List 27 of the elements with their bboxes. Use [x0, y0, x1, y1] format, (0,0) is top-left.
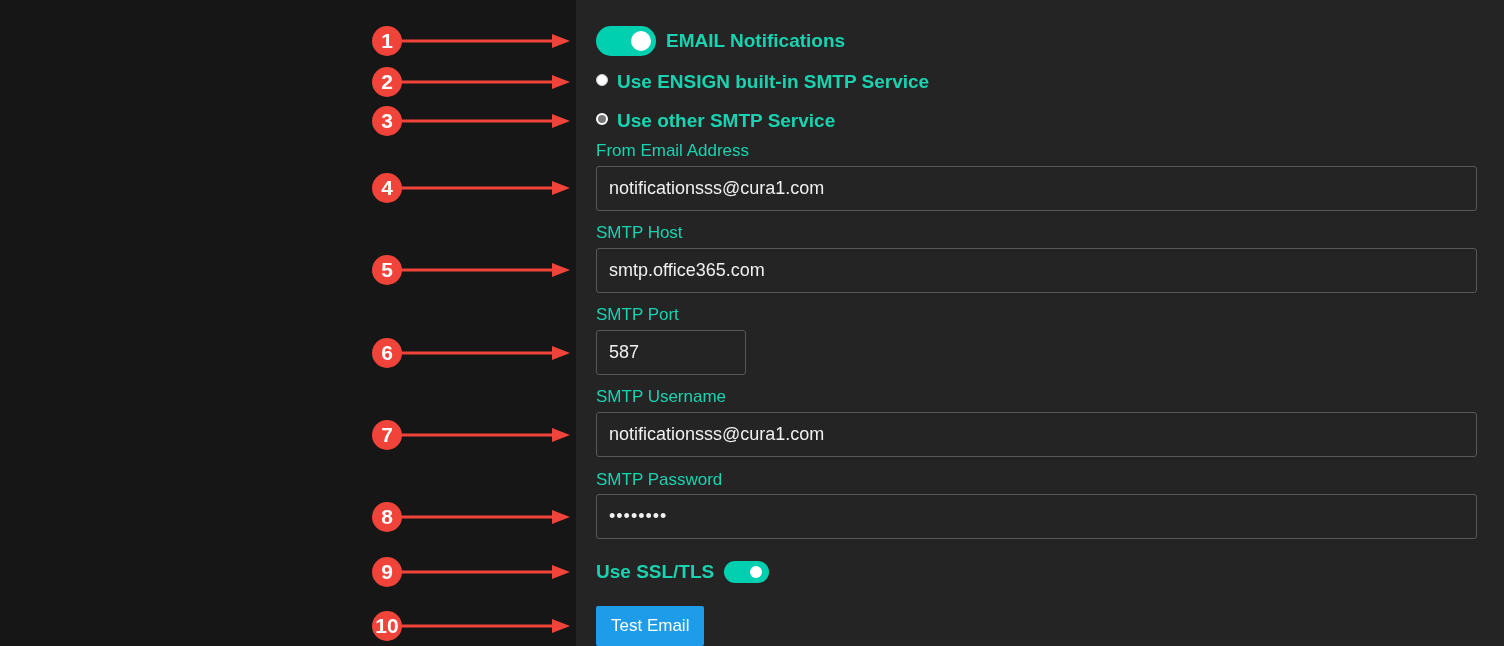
callout-badge: 7 [372, 419, 402, 450]
toggle-switch[interactable] [724, 560, 770, 583]
field-label: SMTP Host [596, 222, 683, 243]
field-label: SMTP Username [596, 387, 727, 408]
callout-badge: 4 [372, 173, 402, 204]
toggle-label: EMAIL Notifications [666, 30, 846, 52]
input-field[interactable]: notificationsss@cura1.com [596, 165, 1477, 211]
field-label: From Email Address [596, 140, 750, 161]
radio-label: Use other SMTP Service [617, 110, 836, 133]
callout-badge: 3 [372, 106, 402, 137]
input-field[interactable]: 587 [596, 330, 746, 376]
callout-badge: 10 [372, 610, 402, 641]
radio-label: Use ENSIGN built-in SMTP Service [617, 70, 930, 93]
switch-label: Use SSL/TLS [596, 560, 715, 583]
callout-badge: 8 [372, 501, 402, 532]
callout-badge: 2 [372, 66, 402, 97]
field-label: SMTP Port [596, 305, 679, 326]
toggle-switch[interactable] [596, 26, 656, 56]
password-field[interactable]: •••••••• [596, 494, 1477, 540]
radio-button[interactable] [596, 73, 608, 86]
input-field[interactable]: notificationsss@cura1.com [596, 412, 1477, 458]
input-field[interactable]: smtp.office365.com [596, 247, 1477, 293]
field-label: SMTP Password [596, 469, 723, 490]
callout-badge: 6 [372, 337, 402, 368]
callout-badge: 1 [372, 26, 402, 57]
callout-badge: 9 [372, 556, 402, 587]
callout-badge: 5 [372, 255, 402, 286]
